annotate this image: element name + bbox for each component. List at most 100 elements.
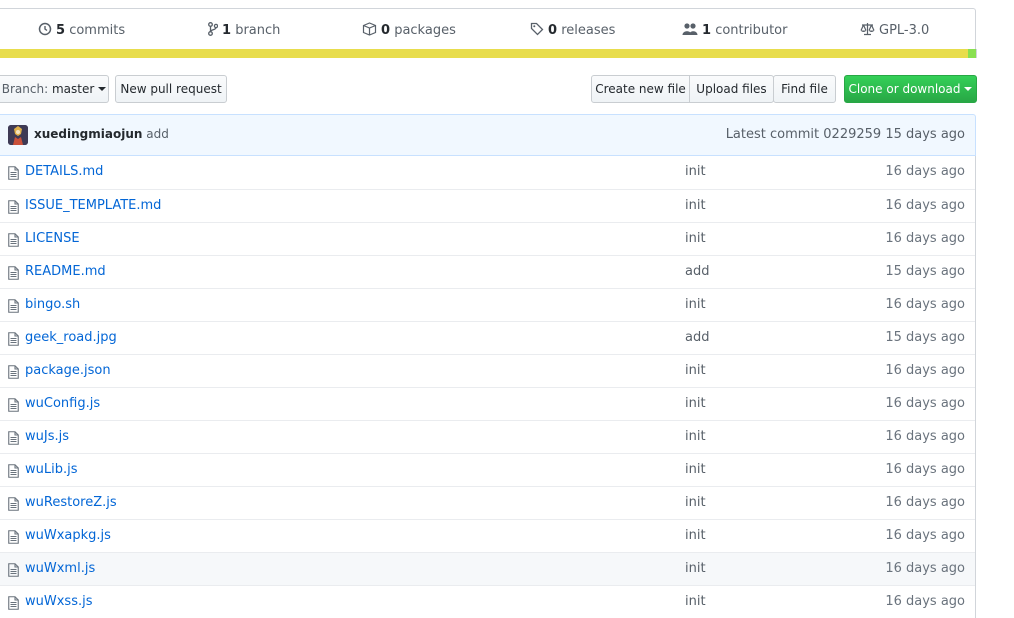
clone-or-download-label: Clone or download (848, 82, 961, 96)
file-commit-message-link[interactable]: init (685, 528, 706, 543)
file-age: 16 days ago (885, 495, 965, 510)
file-name-link[interactable]: LICENSE (25, 231, 80, 246)
branch-icon (208, 22, 219, 36)
file-row: LICENSE init 16 days ago (0, 222, 975, 255)
file-name-link[interactable]: ISSUE_TEMPLATE.md (25, 198, 161, 213)
file-row: package.json init 16 days ago (0, 354, 975, 387)
releases-link[interactable]: 0 releases (530, 9, 615, 50)
file-name-link[interactable]: geek_road.jpg (25, 330, 117, 345)
file-age: 16 days ago (885, 429, 965, 444)
file-age: 15 days ago (885, 330, 965, 345)
file-age: 16 days ago (885, 594, 965, 609)
file-name-link[interactable]: wuJs.js (25, 429, 69, 444)
file-commit-message-link[interactable]: init (685, 363, 706, 378)
file-age: 16 days ago (885, 198, 965, 213)
file-commit-message-link[interactable]: add (685, 264, 709, 279)
file-row: DETAILS.md init 16 days ago (0, 156, 975, 189)
file-icon (8, 233, 19, 247)
file-age: 16 days ago (885, 561, 965, 576)
latest-commit-info: Latest commit 0229259 15 days ago (726, 127, 965, 142)
file-row: wuWxapkg.js init 16 days ago (0, 519, 975, 552)
file-age: 16 days ago (885, 164, 965, 179)
file-commit-message-link[interactable]: init (685, 495, 706, 510)
clone-or-download-button[interactable]: Clone or download (844, 75, 977, 103)
file-age: 16 days ago (885, 363, 965, 378)
commit-age: 15 days ago (885, 127, 965, 142)
upload-files-button[interactable]: Upload files (689, 75, 774, 103)
branches-link[interactable]: 1 branch (208, 9, 280, 50)
file-commit-message-link[interactable]: add (685, 330, 709, 345)
file-commit-message-link[interactable]: init (685, 462, 706, 477)
file-icon (8, 266, 19, 280)
avatar-image (8, 125, 28, 145)
file-name-link[interactable]: bingo.sh (25, 297, 80, 312)
license-link[interactable]: GPL-3.0 (860, 9, 929, 50)
file-name-link[interactable]: wuWxml.js (25, 561, 95, 576)
file-row: wuJs.js init 16 days ago (0, 420, 975, 453)
create-new-file-button[interactable]: Create new file (591, 75, 690, 103)
commit-message-link[interactable]: add (146, 127, 169, 141)
file-icon (8, 398, 19, 412)
file-commit-message-link[interactable]: init (685, 164, 706, 179)
file-icon (8, 596, 19, 610)
contributors-link[interactable]: 1 contributor (682, 9, 787, 50)
file-age: 16 days ago (885, 396, 965, 411)
file-row: wuLib.js init 16 days ago (0, 453, 975, 486)
file-commit-message-link[interactable]: init (685, 198, 706, 213)
file-commit-message-link[interactable]: init (685, 594, 706, 609)
file-row: README.md add 15 days ago (0, 255, 975, 288)
file-icon (8, 464, 19, 478)
commit-author-link[interactable]: xuedingmiaojun (34, 127, 142, 141)
chevron-down-icon (964, 87, 973, 91)
file-row: wuWxml.js init 16 days ago (0, 552, 975, 585)
file-icon (8, 431, 19, 445)
file-commit-message-link[interactable]: init (685, 561, 706, 576)
history-icon (38, 22, 52, 36)
file-name-link[interactable]: package.json (25, 363, 111, 378)
repo-summary-bar: 5 commits 1 branch 0 packages 0 releases (0, 8, 976, 50)
file-age: 15 days ago (885, 264, 965, 279)
file-age: 16 days ago (885, 231, 965, 246)
commits-link[interactable]: 5 commits (38, 9, 125, 50)
latest-commit-bar: xuedingmiaojun add Latest commit 0229259… (0, 114, 976, 156)
file-icon (8, 365, 19, 379)
language-bar[interactable] (0, 49, 977, 58)
repository-container: 5 commits 1 branch 0 packages 0 releases (0, 0, 977, 618)
branch-select-button[interactable]: Branch: master (0, 75, 109, 103)
new-pull-request-button[interactable]: New pull request (115, 75, 227, 103)
file-row: geek_road.jpg add 15 days ago (0, 321, 975, 354)
file-icon (8, 563, 19, 577)
file-commit-message-link[interactable]: init (685, 231, 706, 246)
commit-sha-link[interactable]: 0229259 (823, 127, 881, 142)
package-icon (362, 22, 377, 36)
file-name-link[interactable]: README.md (25, 264, 106, 279)
file-list: DETAILS.md init 16 days ago ISSUE_TEMPLA… (0, 156, 976, 618)
packages-link[interactable]: 0 packages (362, 9, 456, 50)
file-name-link[interactable]: DETAILS.md (25, 164, 103, 179)
file-row: wuConfig.js init 16 days ago (0, 387, 975, 420)
file-name-link[interactable]: wuWxapkg.js (25, 528, 111, 543)
file-age: 16 days ago (885, 297, 965, 312)
file-row: wuRestoreZ.js init 16 days ago (0, 486, 975, 519)
file-commit-message-link[interactable]: init (685, 297, 706, 312)
file-age: 16 days ago (885, 528, 965, 543)
branch-prefix: Branch: (1, 82, 49, 96)
file-commit-message-link[interactable]: init (685, 429, 706, 444)
file-icon (8, 497, 19, 511)
file-icon (8, 299, 19, 313)
branch-name: master (51, 82, 95, 96)
file-name-link[interactable]: wuRestoreZ.js (25, 495, 117, 510)
file-name-link[interactable]: wuWxss.js (25, 594, 92, 609)
find-file-button[interactable]: Find file (773, 75, 836, 103)
file-name-link[interactable]: wuConfig.js (25, 396, 100, 411)
latest-commit-label: Latest commit (725, 127, 820, 142)
chevron-down-icon (98, 87, 107, 91)
language-bar-secondary-segment[interactable] (968, 49, 976, 58)
file-commit-message-link[interactable]: init (685, 396, 706, 411)
file-row: wuWxss.js init 16 days ago (0, 585, 975, 618)
people-icon (682, 23, 698, 35)
file-icon (8, 332, 19, 346)
file-age: 16 days ago (885, 462, 965, 477)
avatar[interactable] (8, 125, 28, 145)
file-name-link[interactable]: wuLib.js (25, 462, 78, 477)
